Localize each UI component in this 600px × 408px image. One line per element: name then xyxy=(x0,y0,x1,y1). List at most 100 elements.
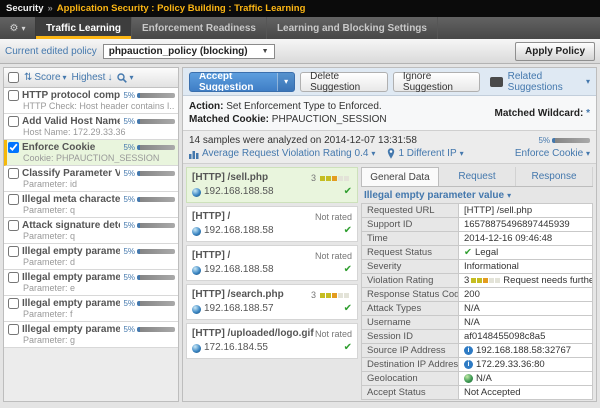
row-label: Attack Types xyxy=(362,302,459,316)
sample-item[interactable]: [HTTP] /search.php 3 192.168.188.57 xyxy=(186,284,358,320)
chevron-down-icon: ▾ xyxy=(21,24,25,33)
suggestion-checkbox[interactable] xyxy=(8,246,19,257)
suggestion-checkbox[interactable] xyxy=(8,220,19,231)
delete-suggestion-button[interactable]: Delete Suggestion xyxy=(300,72,388,92)
accept-suggestion-dropdown[interactable]: ▾ xyxy=(277,73,294,91)
score-percent: 5% xyxy=(123,143,135,152)
suggestion-item[interactable]: Illegal empty parameter val... 5% Parame… xyxy=(4,270,178,296)
samples-list: [HTTP] /sell.php 3 192.168.188.58 xyxy=(186,167,358,398)
sample-ip: 172.16.184.55 xyxy=(204,341,268,355)
sample-item[interactable]: [HTTP] / Not rated 192.168.188.58 xyxy=(186,206,358,242)
table-row: Severity Informational xyxy=(362,260,593,274)
check-icon xyxy=(344,185,352,199)
suggestion-checkbox[interactable] xyxy=(8,168,19,179)
suggestion-item[interactable]: Add Valid Host Name 5% Host Name: 172.29… xyxy=(4,114,178,140)
related-suggestions-link[interactable]: Related Suggestions ▾ xyxy=(508,71,590,93)
check-icon xyxy=(344,263,352,277)
suggestion-score: 5% xyxy=(123,325,175,334)
row-value: af0148455098c8a5 xyxy=(459,330,593,344)
action-label: Action: xyxy=(189,101,223,112)
row-label: Severity xyxy=(362,260,459,274)
breadcrumb: Security » Application Security : Policy… xyxy=(0,0,600,17)
row-label: Requested URL xyxy=(362,204,459,218)
main-content: ⇅ Score ▾ Highest ↓ ▾ HTTP protocol comp… xyxy=(0,64,600,405)
gear-icon: ⚙ xyxy=(10,23,19,34)
suggestion-checkbox[interactable] xyxy=(8,324,19,335)
suggestion-subtext: HTTP Check: Host header contains I... xyxy=(23,101,175,111)
apply-policy-button[interactable]: Apply Policy xyxy=(515,42,595,61)
suggestion-checkbox[interactable] xyxy=(8,90,19,101)
policy-select[interactable]: phpauction_policy (blocking) ▼ xyxy=(103,44,275,59)
suggestion-item[interactable]: Illegal meta character in va... 5% Param… xyxy=(4,192,178,218)
samples-analyzed-text: 14 samples were analyzed on 2014-12-07 1… xyxy=(189,134,515,147)
sample-item[interactable]: [HTTP] /sell.php 3 192.168.188.58 xyxy=(186,167,358,203)
table-row: Source IP Address 192.168.188.58:32767 xyxy=(362,344,593,358)
general-data-table: Requested URL [HTTP] /sell.php Support I… xyxy=(361,203,593,400)
action-text: Set Enforcement Type to Enforced. xyxy=(226,101,381,112)
violation-link[interactable]: Illegal empty parameter value ▾ xyxy=(361,187,593,203)
accept-suggestion-button[interactable]: Accept Suggestion ▾ xyxy=(189,72,295,92)
sample-item[interactable]: [HTTP] / Not rated 192.168.188.58 xyxy=(186,245,358,281)
rating-squares xyxy=(320,293,350,298)
matched-wildcard-value[interactable]: * xyxy=(586,108,590,119)
row-label: Destination IP Address xyxy=(362,358,459,372)
score-bar xyxy=(137,171,175,176)
sample-path: [HTTP] /search.php xyxy=(192,288,284,302)
details-tab[interactable]: Request xyxy=(439,167,516,186)
main-tab[interactable]: Learning and Blocking Settings xyxy=(267,17,438,39)
score-bar xyxy=(137,197,175,202)
select-all-checkbox[interactable] xyxy=(8,72,19,83)
suggestion-checkbox[interactable] xyxy=(8,298,19,309)
score-bar xyxy=(137,249,175,254)
suggestion-item[interactable]: Illegal empty parameter value 5% Paramet… xyxy=(4,244,178,270)
check-icon xyxy=(344,341,352,355)
search-control[interactable]: ▾ xyxy=(117,73,133,83)
globe-icon xyxy=(192,266,201,275)
suggestion-checkbox[interactable] xyxy=(8,142,19,153)
suggestion-item[interactable]: Classify Parameter Value T... 5% Paramet… xyxy=(4,166,178,192)
different-ip-control[interactable]: 1 Different IP ▾ xyxy=(387,147,463,160)
sample-item[interactable]: [HTTP] /uploaded/logo.gif Not rated 172.… xyxy=(186,323,358,359)
suggestion-item[interactable]: HTTP protocol compliance fa... 5% HTTP C… xyxy=(4,88,178,114)
row-value: 172.29.33.36:80 xyxy=(459,358,593,372)
table-row: Attack Types N/A xyxy=(362,302,593,316)
samples-and-details: [HTTP] /sell.php 3 192.168.188.58 xyxy=(183,164,596,401)
suggestion-checkbox[interactable] xyxy=(8,116,19,127)
suggestion-score: 5% xyxy=(123,143,175,152)
row-status-icon xyxy=(464,360,473,369)
sort-icon: ⇅ xyxy=(24,72,32,83)
details-tab[interactable]: Response xyxy=(516,167,593,186)
current-edited-policy-link[interactable]: Current edited policy xyxy=(5,46,97,57)
row-label: Session ID xyxy=(362,330,459,344)
suggestion-item[interactable]: Illegal empty parameter val... 5% Parame… xyxy=(4,296,178,322)
sort-order-control[interactable]: Highest ↓ xyxy=(72,72,113,83)
breadcrumb-root[interactable]: Security xyxy=(6,3,44,14)
suggestion-item[interactable]: Attack signature detected 5% Parameter: … xyxy=(4,218,178,244)
avg-violation-rating-control[interactable]: Average Request Violation Rating 0.4 ▾ xyxy=(189,147,375,160)
details-tab[interactable]: General Data xyxy=(361,167,439,186)
sort-score-control[interactable]: ⇅ Score ▾ xyxy=(24,72,67,83)
score-bar xyxy=(137,223,175,228)
suggestion-item[interactable]: Illegal empty parameter val... 5% Parame… xyxy=(4,322,178,348)
suggestion-checkbox[interactable] xyxy=(8,194,19,205)
entity-link[interactable]: Enforce Cookie ▾ xyxy=(515,147,590,160)
suggestion-score: 5% xyxy=(123,221,175,230)
matched-cookie-value: PHPAUCTION_SESSION xyxy=(272,114,387,125)
comment-icon[interactable] xyxy=(490,77,502,87)
options-gear-button[interactable]: ⚙ ▾ xyxy=(0,17,36,39)
different-ip-label: 1 Different IP xyxy=(398,147,456,160)
main-tab[interactable]: Enforcement Readiness xyxy=(132,17,267,39)
suggestion-score: 5% xyxy=(123,91,175,100)
sample-rating-label: Not rated xyxy=(315,249,352,263)
chevron-down-icon: ▾ xyxy=(371,147,375,160)
suggestion-subtext: Parameter: q xyxy=(23,205,175,215)
main-tab-label: Traffic Learning xyxy=(46,23,121,34)
score-percent: 5% xyxy=(123,273,135,282)
suggestion-title: Illegal empty parameter value xyxy=(22,246,120,257)
suggestion-subtext: Parameter: g xyxy=(23,335,175,345)
suggestion-checkbox[interactable] xyxy=(8,272,19,283)
main-tab[interactable]: Traffic Learning xyxy=(36,17,132,39)
suggestion-score: 5% xyxy=(123,195,175,204)
ignore-suggestion-button[interactable]: Ignore Suggestion xyxy=(393,72,480,92)
suggestion-item[interactable]: Enforce Cookie 5% Cookie: PHPAUCTION_SES… xyxy=(4,140,178,166)
